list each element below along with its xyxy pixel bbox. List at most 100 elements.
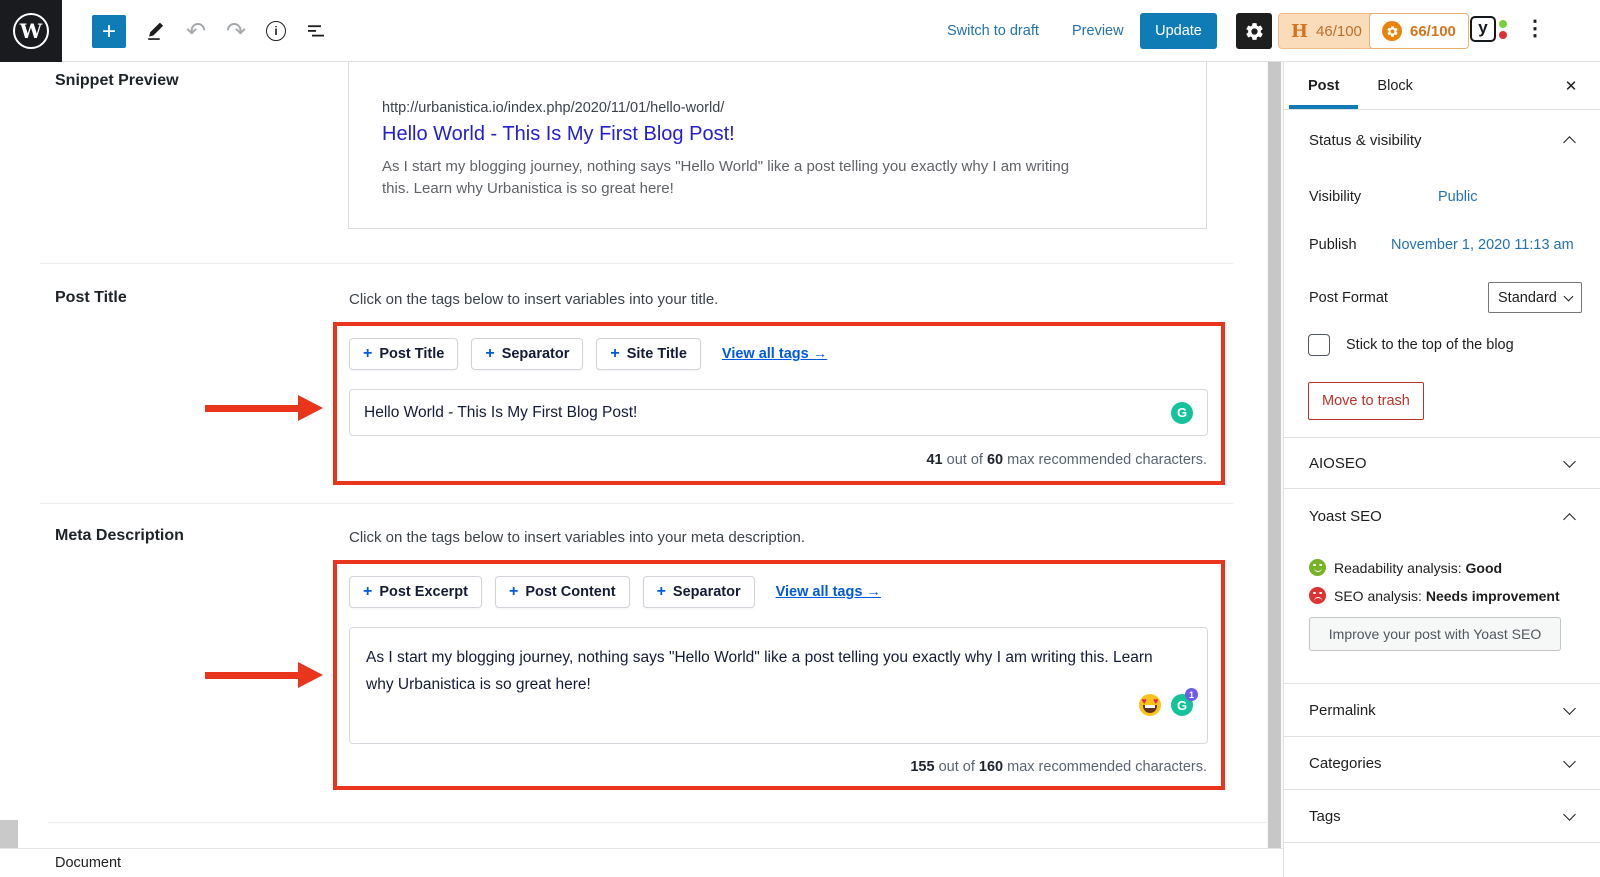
sticky-label: Stick to the top of the blog <box>1346 337 1514 353</box>
visibility-value-link[interactable]: Public <box>1438 189 1478 205</box>
tag-label: Post Excerpt <box>379 584 468 600</box>
view-all-tags-link[interactable]: View all tags → <box>722 346 827 362</box>
scrollbar-thumb[interactable] <box>1268 62 1281 848</box>
options-menu-button[interactable]: ⋮ <box>1523 16 1547 46</box>
post-format-select[interactable]: Standard <box>1488 282 1582 313</box>
tab-post[interactable]: Post <box>1289 62 1358 109</box>
tag-label: Post Content <box>525 584 615 600</box>
post-title-hint: Click on the tags below to insert variab… <box>349 291 718 308</box>
plus-icon: + <box>102 18 116 45</box>
snippet-title: Hello World - This Is My First Blog Post… <box>382 123 735 146</box>
headline-score: 46/100 <box>1316 23 1362 40</box>
close-sidebar-button[interactable]: ✕ <box>1560 75 1582 97</box>
seo-score: 66/100 <box>1410 23 1456 40</box>
switch-to-draft-link[interactable]: Switch to draft <box>947 23 1039 39</box>
seo-score-badge[interactable]: 66/100 <box>1369 13 1469 49</box>
tab-block[interactable]: Block <box>1358 62 1431 109</box>
add-separator-tag-button[interactable]: + Separator <box>643 576 755 608</box>
tag-label: Separator <box>673 584 741 600</box>
settings-button[interactable] <box>1236 13 1272 49</box>
grammarly-icon[interactable]: G1 <box>1171 694 1193 716</box>
edit-mode-button[interactable] <box>140 15 172 47</box>
snippet-url: http://urbanistica.io/index.php/2020/11/… <box>382 100 724 116</box>
kebab-icon: ⋮ <box>1525 17 1546 40</box>
divider <box>1284 842 1600 843</box>
wordpress-editor: W + ↶ ↷ i Switch to draft Preview Update… <box>0 0 1600 877</box>
left-scrollbar-fragment <box>0 820 18 848</box>
add-separator-tag-button[interactable]: + Separator <box>471 338 583 370</box>
panel-title: Categories <box>1309 755 1382 772</box>
smiley-bad-icon <box>1309 587 1326 604</box>
plus-icon: + <box>657 583 666 601</box>
redo-icon: ↷ <box>226 17 246 46</box>
redo-button[interactable]: ↷ <box>220 15 252 47</box>
visibility-label: Visibility <box>1309 189 1361 205</box>
add-post-content-tag-button[interactable]: + Post Content <box>495 576 630 608</box>
move-to-trash-button[interactable]: Move to trash <box>1308 382 1424 420</box>
undo-button[interactable]: ↶ <box>180 15 212 47</box>
close-icon: ✕ <box>1565 77 1578 95</box>
yoast-toolbar-button[interactable]: y <box>1470 16 1507 42</box>
tag-label: Separator <box>502 346 570 362</box>
panel-title: Status & visibility <box>1309 132 1422 149</box>
annotation-arrow <box>205 395 325 421</box>
panel-permalink[interactable]: Permalink <box>1284 683 1600 736</box>
chevron-down-icon <box>1563 702 1576 715</box>
wordpress-logo-button[interactable]: W <box>0 0 62 62</box>
panel-title: Tags <box>1309 808 1341 825</box>
sticky-checkbox[interactable] <box>1308 334 1330 356</box>
panel-status-visibility[interactable]: Status & visibility <box>1284 112 1600 168</box>
post-title-value: Hello World - This Is My First Blog Post… <box>364 404 1171 422</box>
divider <box>40 263 1233 264</box>
yoast-status-dots <box>1499 20 1507 39</box>
post-title-input[interactable]: Hello World - This Is My First Blog Post… <box>349 389 1208 436</box>
list-view-icon <box>305 20 327 42</box>
list-view-button[interactable] <box>300 15 332 47</box>
green-dot-icon <box>1499 20 1507 28</box>
plus-icon: + <box>363 583 372 601</box>
view-all-tags-link[interactable]: View all tags → <box>776 584 881 600</box>
block-inserter-button[interactable]: + <box>92 15 126 48</box>
snippet-preview-label: Snippet Preview <box>55 72 179 90</box>
plus-icon: + <box>485 345 494 363</box>
title-tag-row: + Post Title + Separator +Site Title View … <box>349 338 827 370</box>
add-post-excerpt-tag-button[interactable]: + Post Excerpt <box>349 576 482 608</box>
add-site-title-tag-button[interactable]: +Site Title <box>596 338 701 370</box>
details-button[interactable]: i <box>260 15 292 47</box>
smiley-good-icon <box>1309 559 1326 576</box>
plus-icon: + <box>509 583 518 601</box>
update-button[interactable]: Update <box>1140 13 1217 49</box>
plus-icon: + <box>363 345 372 363</box>
plus-icon: + <box>610 345 619 363</box>
panel-yoast-seo[interactable]: Yoast SEO <box>1284 488 1600 544</box>
red-dot-icon <box>1499 31 1507 39</box>
post-title-label: Post Title <box>55 289 127 307</box>
meta-description-hint: Click on the tags below to insert variab… <box>349 529 805 546</box>
add-post-title-tag-button[interactable]: + Post Title <box>349 338 458 370</box>
pencil-icon <box>145 20 167 42</box>
panel-aioseo[interactable]: AIOSEO <box>1284 437 1600 488</box>
snippet-description: As I start my blogging journey, nothing … <box>382 156 1087 200</box>
sidebar-tabs: Post Block <box>1284 62 1600 110</box>
post-format-label: Post Format <box>1309 290 1388 306</box>
scrollbar-track <box>1266 62 1283 848</box>
meta-description-input[interactable]: As I start my blogging journey, nothing … <box>349 627 1208 744</box>
post-format-value: Standard <box>1498 290 1557 306</box>
preview-link[interactable]: Preview <box>1072 23 1124 39</box>
undo-icon: ↶ <box>186 17 206 46</box>
publish-date-link[interactable]: November 1, 2020 11:13 am <box>1391 237 1574 253</box>
tag-label: Post Title <box>379 346 444 362</box>
panel-title: AIOSEO <box>1309 455 1367 472</box>
grammarly-icon[interactable]: G <box>1171 402 1193 424</box>
headline-score-badge[interactable]: H 46/100 <box>1278 13 1375 49</box>
document-breadcrumb-bar[interactable]: Document <box>0 848 1283 877</box>
snippet-preview-card: http://urbanistica.io/index.php/2020/11/… <box>348 62 1207 229</box>
heart-eyes-emoji-icon: ♥♥ <box>1139 694 1161 716</box>
seo-analysis-row: SEO analysis: Needs improvement <box>1309 587 1560 604</box>
gear-icon <box>1244 21 1265 42</box>
divider <box>40 503 1233 504</box>
improve-post-button[interactable]: Improve your post with Yoast SEO <box>1309 617 1561 651</box>
info-icon: i <box>266 21 286 41</box>
panel-tags[interactable]: Tags <box>1284 789 1600 842</box>
panel-categories[interactable]: Categories <box>1284 736 1600 789</box>
